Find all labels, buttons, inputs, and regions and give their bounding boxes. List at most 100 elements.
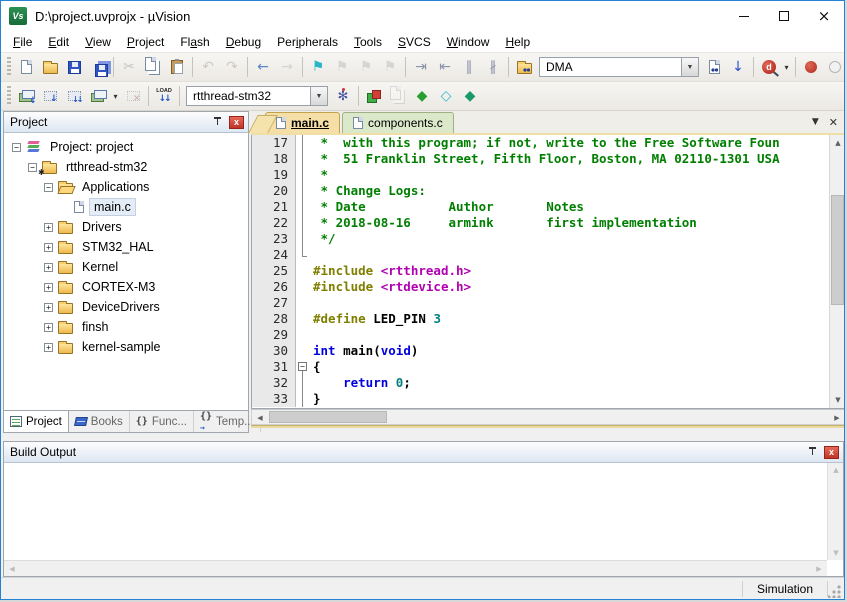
menu-tools[interactable]: Tools — [346, 33, 390, 51]
code-line[interactable]: 24 — [252, 247, 845, 263]
editor-vertical-scrollbar[interactable]: ▲ ▼ — [829, 135, 845, 408]
redo-button[interactable]: ↷ — [220, 56, 244, 78]
build-target-button[interactable] — [38, 85, 62, 107]
vertical-scroll-thumb[interactable] — [831, 195, 844, 305]
minimize-button[interactable] — [724, 1, 764, 31]
manage-multi-project-button[interactable] — [386, 85, 410, 107]
tree-expander[interactable]: − — [28, 163, 37, 172]
search-combo[interactable]: DMA▼ — [539, 57, 699, 77]
build-output-horizontal-scrollbar[interactable]: ◀ ▶ — [4, 560, 827, 576]
save-all-button[interactable] — [86, 56, 110, 78]
indent-button[interactable]: ⇥ — [409, 56, 433, 78]
batch-build-dropdown-button[interactable]: ▾ — [110, 85, 121, 107]
menu-svcs[interactable]: SVCS — [390, 33, 439, 51]
tree-item-finsh[interactable]: +finsh — [4, 317, 248, 337]
build-output-pin-icon[interactable] — [808, 446, 818, 458]
maximize-button[interactable] — [764, 1, 804, 31]
code-line[interactable]: 31−{ — [252, 359, 845, 375]
menu-peripherals[interactable]: Peripherals — [269, 33, 346, 51]
copy-button[interactable] — [141, 56, 165, 78]
new-file-button[interactable] — [14, 56, 38, 78]
resize-grip[interactable] — [828, 584, 842, 598]
tree-expander[interactable]: + — [44, 263, 53, 272]
code-line[interactable]: 33} — [252, 391, 845, 407]
rebuild-all-button[interactable] — [62, 85, 86, 107]
menu-window[interactable]: Window — [439, 33, 498, 51]
code-line[interactable]: 29 — [252, 327, 845, 343]
menu-project[interactable]: Project — [119, 33, 172, 51]
close-button[interactable]: × — [804, 1, 844, 31]
scroll-down-icon[interactable]: ▼ — [830, 392, 845, 408]
tree-item-cortex-m3[interactable]: +CORTEX-M3 — [4, 277, 248, 297]
panel-tab-project[interactable]: Project — [4, 411, 69, 432]
code-line[interactable]: 25#include <rtthread.h> — [252, 263, 845, 279]
code-line[interactable]: 26#include <rtdevice.h> — [252, 279, 845, 295]
tree-item-kernel[interactable]: +Kernel — [4, 257, 248, 277]
code-line[interactable]: 28#define LED_PIN 3 — [252, 311, 845, 327]
code-line[interactable]: 19 * — [252, 167, 845, 183]
pack-installer-button[interactable]: ◆ — [458, 85, 482, 107]
horizontal-scroll-thumb[interactable] — [269, 411, 387, 423]
unindent-button[interactable]: ⇤ — [433, 56, 457, 78]
translate-file-button[interactable] — [14, 85, 38, 107]
pin-icon[interactable] — [213, 116, 223, 128]
undo-button[interactable]: ↶ — [196, 56, 220, 78]
tree-item-project-project[interactable]: −Project: project — [4, 137, 248, 157]
tree-expander[interactable]: + — [44, 303, 53, 312]
tree-expander[interactable]: + — [44, 223, 53, 232]
code-line[interactable]: 17 * with this program; if not, write to… — [252, 135, 845, 151]
tree-item-drivers[interactable]: +Drivers — [4, 217, 248, 237]
tree-expander[interactable]: + — [44, 323, 53, 332]
code-line[interactable]: 18 * 51 Franklin Street, Fifth Floor, Bo… — [252, 151, 845, 167]
search-dropdown-button[interactable]: ▼ — [681, 58, 698, 76]
download-button[interactable]: LOAD↓↓ — [152, 85, 176, 107]
panel-tab-books[interactable]: Books — [69, 411, 130, 432]
stop-build-button[interactable] — [121, 85, 145, 107]
code-line[interactable]: 30int main(void) — [252, 343, 845, 359]
tree-expander[interactable]: + — [44, 343, 53, 352]
paste-button[interactable] — [165, 56, 189, 78]
comment-selection-button[interactable]: ∥ — [457, 56, 481, 78]
editor-tab-components-c[interactable]: components.c — [342, 112, 454, 133]
tree-expander[interactable]: − — [44, 183, 53, 192]
uncomment-selection-button[interactable]: ∦ — [481, 56, 505, 78]
file-extensions-button[interactable]: ◆ — [410, 85, 434, 107]
code-area[interactable]: 17 * with this program; if not, write to… — [252, 135, 845, 408]
code-line[interactable]: 22 * 2018-08-16 armink first implementat… — [252, 215, 845, 231]
menu-file[interactable]: File — [5, 33, 40, 51]
debug-dropdown-button[interactable]: ▾ — [781, 56, 792, 78]
toolbar2-grip[interactable] — [7, 86, 11, 106]
select-software-packs-button[interactable]: ◇ — [434, 85, 458, 107]
previous-bookmark-button[interactable]: ⚑ — [330, 56, 354, 78]
tree-expander[interactable]: − — [12, 143, 21, 152]
target-select-dropdown-button[interactable]: ▼ — [310, 87, 327, 105]
enable-disable-breakpoint-button[interactable] — [823, 56, 845, 78]
close-document-icon[interactable]: ✕ — [829, 116, 838, 129]
build-output-close-button[interactable]: x — [824, 446, 839, 459]
navigate-back-button[interactable]: ← — [251, 56, 275, 78]
find-in-files-folder-button[interactable] — [512, 56, 536, 78]
code-line[interactable]: 23 */ — [252, 231, 845, 247]
panel-tab-func[interactable]: {}Func... — [130, 411, 194, 432]
start-stop-debug-button[interactable] — [757, 56, 781, 78]
fold-margin[interactable]: − — [296, 359, 310, 375]
code-line[interactable]: 20 * Change Logs: — [252, 183, 845, 199]
tree-expander[interactable]: + — [44, 243, 53, 252]
editor-horizontal-scrollbar[interactable]: ◀ ▶ — [251, 409, 845, 425]
next-bookmark-button[interactable]: ⚑ — [354, 56, 378, 78]
code-line[interactable]: 21 * Date Author Notes — [252, 199, 845, 215]
incremental-find-button[interactable]: ↓ — [726, 56, 750, 78]
find-in-files-button[interactable] — [702, 56, 726, 78]
navigate-forward-button[interactable]: → — [275, 56, 299, 78]
toolbar1-grip[interactable] — [7, 57, 11, 77]
open-file-button[interactable] — [38, 56, 62, 78]
insert-bookmark-button[interactable]: ⚑ — [306, 56, 330, 78]
menu-debug[interactable]: Debug — [218, 33, 269, 51]
target-select-combo[interactable]: rtthread-stm32▼ — [186, 86, 328, 106]
tree-item-kernel-sample[interactable]: +kernel-sample — [4, 337, 248, 357]
save-file-button[interactable] — [62, 56, 86, 78]
fold-collapse-icon[interactable]: − — [298, 362, 307, 371]
scroll-right-icon[interactable]: ▶ — [829, 410, 845, 425]
code-line[interactable]: 32 return 0; — [252, 375, 845, 391]
menu-view[interactable]: View — [77, 33, 119, 51]
